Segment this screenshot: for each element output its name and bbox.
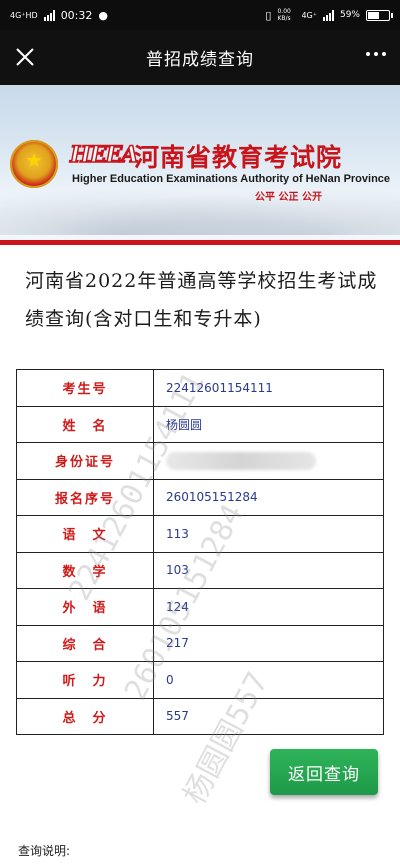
row-value: 22412601154111 bbox=[153, 369, 384, 407]
signal-icon-right bbox=[322, 9, 334, 21]
row-label: 总 分 bbox=[16, 697, 154, 735]
table-row: 姓 名 杨圆圆 bbox=[16, 405, 384, 443]
row-label: 外 语 bbox=[16, 588, 154, 626]
row-label: 语 文 bbox=[16, 515, 154, 553]
row-value: 557 bbox=[153, 697, 384, 735]
row-label: 数 学 bbox=[16, 551, 154, 589]
row-value: 杨圆圆 bbox=[153, 405, 384, 443]
table-row: 考生号 22412601154111 bbox=[16, 369, 384, 407]
network-indicator: 4G⁺HD bbox=[10, 10, 38, 20]
vibrate-icon: ▯ bbox=[265, 8, 272, 22]
table-row: 报名序号 260105151284 bbox=[16, 478, 384, 516]
back-to-query-button[interactable]: 返回查询 bbox=[270, 749, 378, 795]
page-heading: 河南省2022年普通高等学校招生考试成绩查询(含对口生和专升本) bbox=[25, 270, 378, 330]
national-emblem-icon bbox=[10, 140, 58, 188]
network-indicator-right: 4G⁺ bbox=[301, 10, 317, 20]
row-label: 综 合 bbox=[16, 624, 154, 662]
query-notes-label: 查询说明: bbox=[18, 844, 71, 858]
org-name-en: Higher Education Examinations Authority … bbox=[72, 173, 391, 185]
battery-icon bbox=[366, 9, 393, 21]
org-slogan: 公平 公正 公开 bbox=[255, 192, 322, 203]
score-table: 考生号 22412601154111 姓 名 杨圆圆 身份证号 报名序号 260… bbox=[16, 369, 384, 735]
row-label: 听 力 bbox=[16, 661, 154, 699]
id-number-value bbox=[153, 442, 384, 480]
table-row: 数 学 103 bbox=[16, 551, 384, 589]
row-value: 217 bbox=[153, 624, 384, 662]
row-label: 身份证号 bbox=[16, 442, 154, 480]
wechat-icon: ● bbox=[98, 8, 108, 22]
redacted-id bbox=[166, 451, 316, 470]
heea-logo: HEEA bbox=[69, 141, 139, 169]
table-row: 总 分 557 bbox=[16, 697, 384, 735]
table-row: 身份证号 bbox=[16, 442, 384, 480]
table-row: 外 语 124 bbox=[16, 588, 384, 626]
row-label: 报名序号 bbox=[16, 478, 154, 516]
table-row: 听 力 0 bbox=[16, 661, 384, 699]
battery-percent: 59% bbox=[339, 10, 360, 20]
table-row: 综 合 217 bbox=[16, 624, 384, 662]
signal-icon bbox=[43, 9, 55, 21]
row-value: 124 bbox=[153, 588, 384, 626]
row-label: 姓 名 bbox=[16, 405, 154, 443]
table-row: 语 文 113 bbox=[16, 515, 384, 553]
row-value: 103 bbox=[153, 551, 384, 589]
row-value: 113 bbox=[153, 515, 384, 553]
nav-bar: 普招成绩查询 bbox=[0, 30, 400, 85]
banner-divider bbox=[0, 240, 400, 245]
header-banner: HEEA 河南省教育考试院 Higher Education Examinati… bbox=[0, 85, 400, 245]
close-icon[interactable] bbox=[12, 44, 38, 70]
org-name-cn: 河南省教育考试院 bbox=[134, 143, 343, 172]
network-speed: 0.00 KB/s bbox=[277, 8, 291, 22]
more-icon[interactable] bbox=[366, 52, 386, 56]
row-value: 260105151284 bbox=[153, 478, 384, 516]
status-bar: 4G⁺HD 00:32 ● ▯ 0.00 KB/s 4G⁺ 59% bbox=[0, 0, 400, 30]
nav-title: 普招成绩查询 bbox=[146, 50, 254, 70]
row-label: 考生号 bbox=[16, 369, 154, 407]
banner-background bbox=[0, 180, 400, 235]
status-time: 00:32 bbox=[60, 8, 93, 22]
row-value: 0 bbox=[153, 661, 384, 699]
